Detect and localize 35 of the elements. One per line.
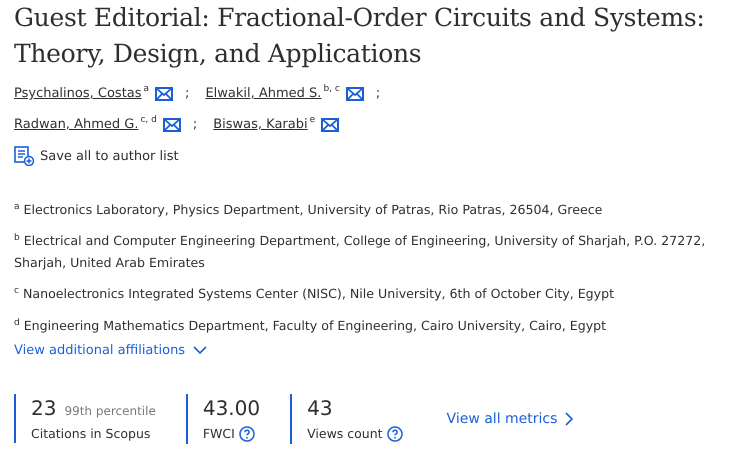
separator: ;	[376, 86, 380, 101]
mail-icon[interactable]	[155, 86, 174, 100]
additional-affiliations-link[interactable]: View additional affiliations	[14, 342, 208, 358]
metric-label: Views count	[307, 426, 383, 442]
affiliation-mark: a	[144, 84, 150, 94]
affiliation-text: $^{b}$ Electrical and Computer Engineering Department, College of Engineering, University of Sharjah, P.O. 27272, Sharjah, United Arab Emirates	[14, 232, 706, 272]
separator: ;	[185, 86, 190, 101]
save-author-list-link[interactable]: Save all to author list	[40, 148, 179, 164]
affiliation-text: $^{d}$ Engineering Mathematics Department, Faculty of Engineering, Cairo University, Cairo, Egypt	[14, 316, 608, 335]
help-icon[interactable]	[386, 426, 403, 442]
metric-value: 43.00	[202, 396, 260, 420]
metric-note: 99th percentile	[64, 404, 156, 418]
view-all-metrics-link[interactable]: View all metrics	[446, 410, 574, 427]
chevron-down-icon	[193, 346, 208, 354]
help-icon[interactable]	[238, 426, 255, 442]
affiliation-mark: c, d	[140, 115, 157, 125]
author-link[interactable]: Elwakil, Ahmed S.	[205, 86, 322, 101]
metric-value: 43	[307, 396, 333, 420]
metric-label: FWCI	[202, 426, 235, 442]
affiliation-text: $^{c}$ Nanoelectronics Integrated Systems Center (NISC), Nile University, 6th of October City, Egypt	[14, 285, 616, 304]
affiliation-mark: b, c	[323, 84, 340, 94]
metric-label: Citations in Scopus	[31, 426, 150, 442]
mail-icon[interactable]	[321, 118, 340, 132]
mail-icon[interactable]	[346, 86, 364, 100]
affiliation-mark: e	[310, 115, 316, 125]
chevron-right-icon	[565, 412, 574, 426]
separator: ;	[192, 117, 198, 132]
list-add-icon[interactable]	[14, 146, 34, 166]
metric-value: 23	[31, 396, 56, 420]
author-link[interactable]: Biswas, Karabi	[213, 117, 308, 132]
mail-icon[interactable]	[162, 118, 181, 132]
affiliation-text: $^{a}$ Electronics Laboratory, Physics Department, University of Patras, Rio Patras, 26504, Greece	[14, 201, 604, 220]
author-link[interactable]: Radwan, Ahmed G.	[14, 117, 138, 132]
author-link[interactable]: Psychalinos, Costas	[14, 86, 142, 101]
article-title: Guest Editorial: Fractional-Order Circuits and Systems: Theory, Design, and Applications	[14, 2, 706, 70]
